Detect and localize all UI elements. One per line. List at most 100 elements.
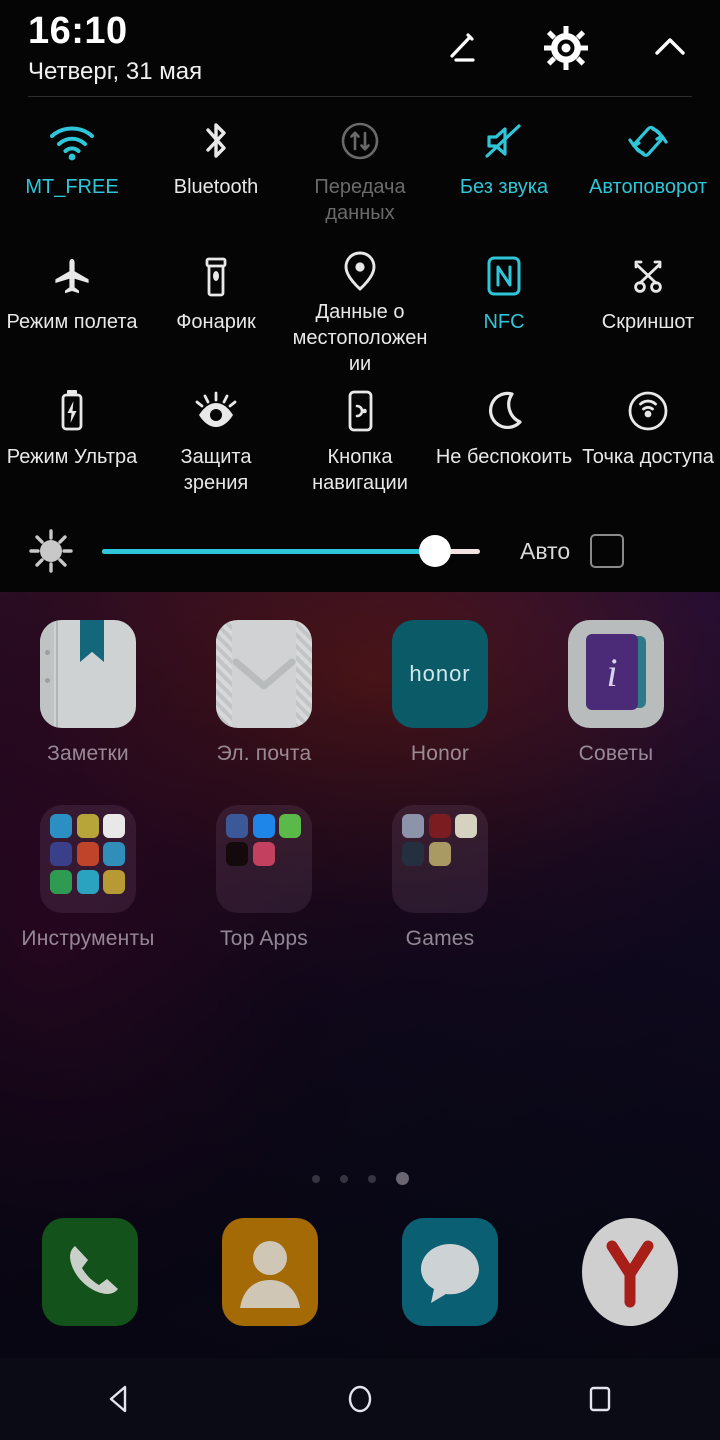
app-notes[interactable]: Заметки [0,620,176,766]
page-dot[interactable] [311,1174,320,1183]
tile-mobile-data[interactable]: Передача данных [288,104,432,239]
tile-label: Скриншот [601,311,695,333]
page-indicator [0,1172,720,1185]
recents-square-icon [589,1386,611,1412]
mobile-data-icon [337,112,383,170]
slider-thumb[interactable] [418,535,451,567]
current-time: 16:10 [28,10,128,52]
moon-icon [482,382,526,440]
settings-button[interactable] [538,20,594,76]
tile-hotspot[interactable]: Точка доступа [576,374,720,509]
app-honor[interactable]: honor Honor [352,620,528,766]
folder-icon[interactable] [216,805,312,913]
home-button[interactable] [300,1358,420,1440]
flashlight-icon [196,247,236,305]
brightness-sun-icon [0,527,102,575]
tile-wifi[interactable]: MT_FREE [0,104,144,239]
folder-tools[interactable]: Инструменты [0,805,176,951]
hotspot-icon [625,382,671,440]
edit-tiles-button[interactable] [434,20,490,76]
header-divider [28,96,692,97]
auto-brightness-control[interactable]: Авто [520,534,625,568]
brightness-slider[interactable] [102,535,480,567]
home-circle-icon [348,1385,372,1413]
quick-settings-tiles: MT_FREE Bluetooth Передача данных Без зв… [0,104,720,509]
navigation-bar [0,1358,720,1440]
contacts-app-icon[interactable] [222,1218,318,1326]
dock-yandex[interactable] [540,1218,720,1326]
tile-label: NFC [483,311,525,333]
tile-nfc[interactable]: NFC [432,239,576,374]
mute-icon [481,112,527,170]
edit-icon [450,33,475,62]
notes-app-icon[interactable] [40,620,136,728]
back-button[interactable] [60,1358,180,1440]
app-label: Заметки [47,742,129,765]
folder-top-apps[interactable]: Top Apps [176,805,352,951]
app-tips[interactable]: i Советы [528,620,704,766]
tile-label: Передача данных [314,176,406,224]
back-triangle-icon [109,1385,127,1413]
bluetooth-icon [195,112,237,170]
page-dot-active[interactable] [395,1172,409,1185]
phone-app-icon[interactable] [42,1218,138,1326]
app-label: Top Apps [220,927,308,950]
android-screen: Заметки Эл. почта honor Honor i Советы И… [0,0,720,1440]
tile-label: Режим Ультра [6,446,138,468]
tile-nav-button[interactable]: Кнопка навигации [288,374,432,509]
chevron-up-icon [655,38,685,55]
tile-ultra-power-saving[interactable]: Режим Ультра [0,374,144,509]
tile-label: Режим полета [6,311,138,333]
nav-button-icon [342,382,378,440]
tile-bluetooth[interactable]: Bluetooth [144,104,288,239]
page-dot[interactable] [367,1174,376,1183]
tile-label: Автоповорот [588,176,708,198]
clock-block: 16:10 Четверг, 31 мая [28,10,203,86]
tile-label: MT_FREE [25,176,119,198]
folder-games[interactable]: Games [352,805,528,951]
app-label: Эл. почта [216,742,312,765]
tile-label: Данные о местоположении [292,301,428,375]
app-email[interactable]: Эл. почта [176,620,352,766]
folder-icon[interactable] [40,805,136,913]
quick-settings-header: 16:10 Четверг, 31 мая [0,0,720,97]
tile-label: Bluetooth [173,176,259,198]
tile-row-2: Режим полета Фонарик Данные о местополож… [0,239,720,375]
app-label: Honor [410,742,470,765]
tile-mute[interactable]: Без звука [432,104,576,239]
location-pin-icon [339,247,381,295]
header-actions [434,20,698,76]
honor-app-icon[interactable]: honor [392,620,488,728]
brightness-row: Авто [0,515,720,587]
tile-eye-comfort[interactable]: Защита зрения [144,374,288,509]
dock-phone[interactable] [0,1218,180,1326]
auto-brightness-checkbox[interactable] [590,534,625,568]
nfc-icon [482,247,526,305]
tile-label: Защита зрения [180,446,252,494]
tile-do-not-disturb[interactable]: Не беспокоить [432,374,576,509]
folder-icon[interactable] [392,805,488,913]
tile-label: Кнопка навигации [312,446,408,494]
page-dot[interactable] [339,1174,348,1183]
tile-screenshot[interactable]: Скриншот [576,239,720,374]
current-date: Четверг, 31 мая [28,57,203,85]
tile-airplane-mode[interactable]: Режим полета [0,239,144,374]
messages-app-icon[interactable] [402,1218,498,1326]
tile-label: Без звука [459,176,549,198]
tile-flashlight[interactable]: Фонарик [144,239,288,374]
collapse-button[interactable] [642,20,698,76]
tile-location[interactable]: Данные о местоположении [288,239,432,375]
tile-label: Не беспокоить [435,446,573,468]
tile-label: Точка доступа [582,446,714,468]
dock-messages[interactable] [360,1218,540,1326]
recents-button[interactable] [540,1358,660,1440]
tile-auto-rotate[interactable]: Автоповорот [576,104,720,239]
tips-app-icon[interactable]: i [568,620,664,728]
dock-contacts[interactable] [180,1218,360,1326]
airplane-icon [49,247,95,305]
eye-comfort-icon [192,382,240,440]
email-app-icon[interactable] [216,620,312,728]
auto-rotate-icon [624,112,672,170]
yandex-browser-app-icon[interactable] [582,1218,678,1326]
battery-saver-icon [54,382,90,440]
